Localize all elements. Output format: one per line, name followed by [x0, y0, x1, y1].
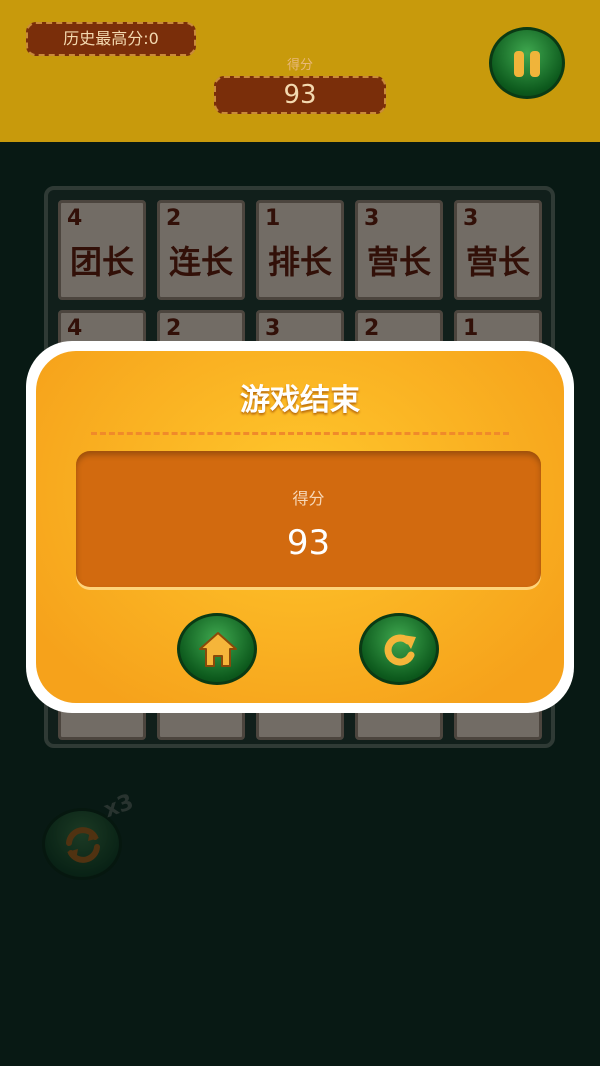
final-score: 93 [286, 523, 331, 563]
best-score: 历史最高分:0 [26, 22, 196, 56]
home-button[interactable] [177, 613, 257, 685]
dialog-body: 游戏结束 得分 93 [36, 351, 564, 703]
pause-icon [514, 51, 524, 77]
dialog-title: 游戏结束 [240, 383, 360, 418]
pause-button[interactable] [489, 27, 565, 99]
divider [91, 432, 509, 435]
top-bar: 历史最高分:0 得分 93 [0, 0, 600, 142]
score-panel: 得分 93 [76, 451, 541, 587]
final-score-label: 得分 [292, 489, 325, 508]
pause-icon-bar [530, 51, 540, 77]
current-score: 93 [214, 76, 386, 114]
restart-icon [384, 634, 416, 666]
restart-button[interactable] [359, 613, 439, 685]
game-over-dialog: 游戏结束 得分 93 [26, 341, 574, 713]
home-icon [199, 632, 237, 667]
score-label: 得分 [286, 58, 313, 73]
